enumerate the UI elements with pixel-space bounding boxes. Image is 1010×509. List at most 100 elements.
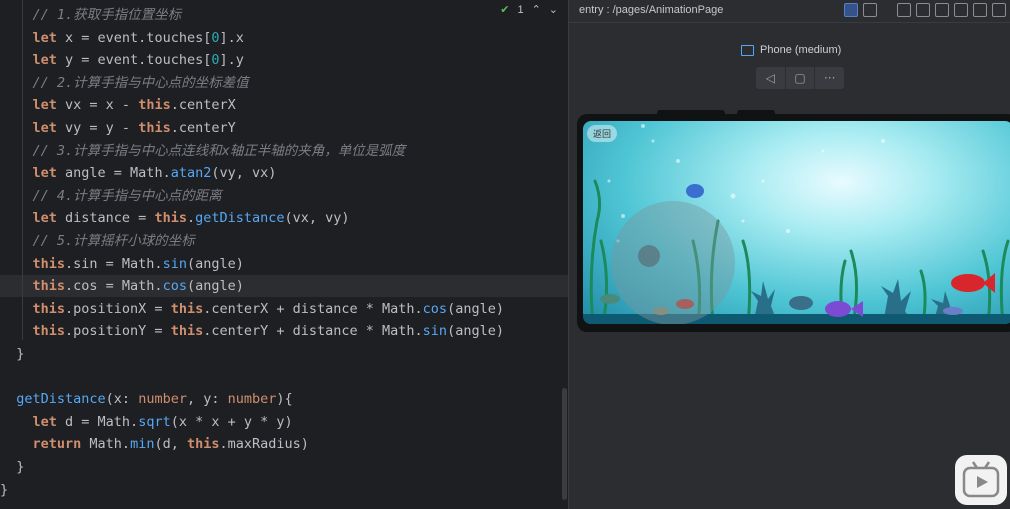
code-token: sin xyxy=(162,255,187,272)
code-token: // 2.计算手指与中心点的坐标差值 xyxy=(0,74,249,91)
code-token: .positionY = xyxy=(65,323,171,340)
code-token: let xyxy=(0,165,57,182)
indent-guide xyxy=(22,0,23,340)
code-token: atan2 xyxy=(170,165,212,182)
code-line[interactable]: this.positionX = this.centerX + distance… xyxy=(0,298,568,320)
code-token: vx = x - xyxy=(56,97,139,114)
code-token: number xyxy=(138,391,187,408)
device-nav-bar: ◁ ▢ ··· xyxy=(756,67,844,89)
code-token: return xyxy=(0,436,82,453)
code-token: getDistance xyxy=(0,391,106,408)
code-token: (angle) xyxy=(186,278,244,295)
code-token: (angle) xyxy=(186,255,244,272)
nav-back-button[interactable]: ◁ xyxy=(756,67,786,89)
expand-icon[interactable] xyxy=(992,3,1006,17)
code-token: this xyxy=(138,120,171,136)
grid-icon[interactable] xyxy=(897,3,911,17)
code-token: } xyxy=(0,481,9,498)
code-token: let xyxy=(0,52,57,69)
code-token: .sin = Math. xyxy=(65,255,163,272)
code-token: vy = y - xyxy=(56,120,139,136)
code-token: let xyxy=(0,120,57,136)
dropdown-icon[interactable] xyxy=(916,3,930,17)
code-token: d = Math. xyxy=(56,413,139,430)
vertical-scrollbar[interactable] xyxy=(562,388,567,500)
code-token: this xyxy=(154,210,187,227)
code-line[interactable]: let vx = x - this.centerX xyxy=(0,94,568,116)
code-token: , y: xyxy=(186,391,228,408)
code-token: let xyxy=(0,413,57,430)
video-logo-icon xyxy=(955,455,1007,505)
code-token: (vy, vx) xyxy=(211,165,277,182)
code-token: number xyxy=(227,391,277,408)
app-screen[interactable]: 返回 xyxy=(583,121,1010,324)
code-token: .centerY + distance * Math. xyxy=(203,323,423,340)
device-selector[interactable]: Phone (medium) xyxy=(741,44,841,56)
nav-more-button[interactable]: ··· xyxy=(815,67,844,89)
code-token: ){ xyxy=(276,391,293,408)
inspector-icon[interactable] xyxy=(844,3,858,17)
code-token: ].y xyxy=(219,52,244,69)
code-token: .centerX + distance * Math. xyxy=(203,300,423,317)
fit-icon[interactable] xyxy=(935,3,949,17)
code-token: (x * x + y * y) xyxy=(170,413,293,430)
code-token: angle = Math. xyxy=(56,165,171,182)
code-token: this xyxy=(186,436,220,453)
code-line[interactable]: } xyxy=(0,456,568,478)
nav-rotate-button[interactable]: ▢ xyxy=(786,67,816,89)
code-token: .cos = Math. xyxy=(65,278,163,295)
code-token: ].x xyxy=(219,29,244,46)
code-token: this xyxy=(170,300,204,317)
code-token: } xyxy=(0,346,25,362)
code-line[interactable]: getDistance(x: number, y: number){ xyxy=(0,388,568,410)
code-line[interactable] xyxy=(0,366,568,388)
code-token: cos xyxy=(422,300,448,317)
code-line[interactable]: this.positionY = this.centerY + distance… xyxy=(0,320,568,342)
code-token: let xyxy=(0,29,57,46)
layers-icon[interactable] xyxy=(863,3,877,17)
code-line[interactable]: // 5.计算摇杆小球的坐标 xyxy=(0,230,568,252)
code-token: min xyxy=(130,436,155,453)
code-token: this xyxy=(0,300,66,317)
back-button[interactable]: 返回 xyxy=(587,125,618,142)
code-token: this xyxy=(170,323,204,340)
joystick-knob[interactable] xyxy=(638,245,660,267)
code-line[interactable]: let y = event.touches[0].y xyxy=(0,49,568,71)
code-line[interactable]: let angle = Math.atan2(vy, vx) xyxy=(0,162,568,184)
code-line[interactable]: let x = event.touches[0].x xyxy=(0,27,568,49)
code-token: . xyxy=(186,210,196,227)
previewer-title: entry : /pages/AnimationPage xyxy=(579,4,724,16)
previewer-pane: entry : /pages/AnimationPage Phone (medi… xyxy=(569,0,1010,509)
code-line[interactable]: // 2.计算手指与中心点的坐标差值 xyxy=(0,72,568,94)
code-token: this xyxy=(0,323,66,340)
zoom-in-icon[interactable] xyxy=(973,3,987,17)
code-line[interactable]: let d = Math.sqrt(x * x + y * y) xyxy=(0,411,568,433)
code-token: cos xyxy=(162,278,187,295)
code-line[interactable]: // 3.计算手指与中心点连线和x轴正半轴的夹角，单位是弧度 xyxy=(0,140,568,162)
code-token: // 4.计算手指与中心点的距离 xyxy=(0,187,222,204)
device-name: Phone (medium) xyxy=(760,44,842,56)
code-line[interactable]: // 1.获取手指位置坐标 xyxy=(0,4,568,26)
phone-icon xyxy=(741,44,754,56)
code-token: this xyxy=(0,255,66,272)
joystick-area[interactable] xyxy=(611,201,735,324)
code-token: .maxRadius) xyxy=(219,436,309,453)
code-line[interactable]: } xyxy=(0,479,568,501)
code-line[interactable]: // 4.计算手指与中心点的距离 xyxy=(0,185,568,207)
code-line[interactable]: this.cos = Math.cos(angle) xyxy=(0,275,568,298)
code-token: } xyxy=(0,459,25,475)
code-line[interactable]: return Math.min(d, this.maxRadius) xyxy=(0,433,568,455)
code-token: let xyxy=(0,97,57,114)
code-line[interactable]: } xyxy=(0,343,568,365)
code-token: .positionX = xyxy=(65,300,171,317)
tv-icon xyxy=(962,461,1000,498)
code-line[interactable]: let distance = this.getDistance(vx, vy) xyxy=(0,207,568,229)
code-token: (x: xyxy=(105,391,139,408)
code-line[interactable]: let vy = y - this.centerY xyxy=(0,117,568,139)
code-editor[interactable]: ✔ 1 ⌃ ⌄ // 1.获取手指位置坐标 let x = event.touc… xyxy=(0,0,568,509)
code-line[interactable]: this.sin = Math.sin(angle) xyxy=(0,253,568,275)
code-token: .centerY xyxy=(170,120,236,136)
code-token: (vx, vy) xyxy=(284,210,350,227)
code-token: // 5.计算摇杆小球的坐标 xyxy=(0,233,195,249)
zoom-out-icon[interactable] xyxy=(954,3,968,17)
